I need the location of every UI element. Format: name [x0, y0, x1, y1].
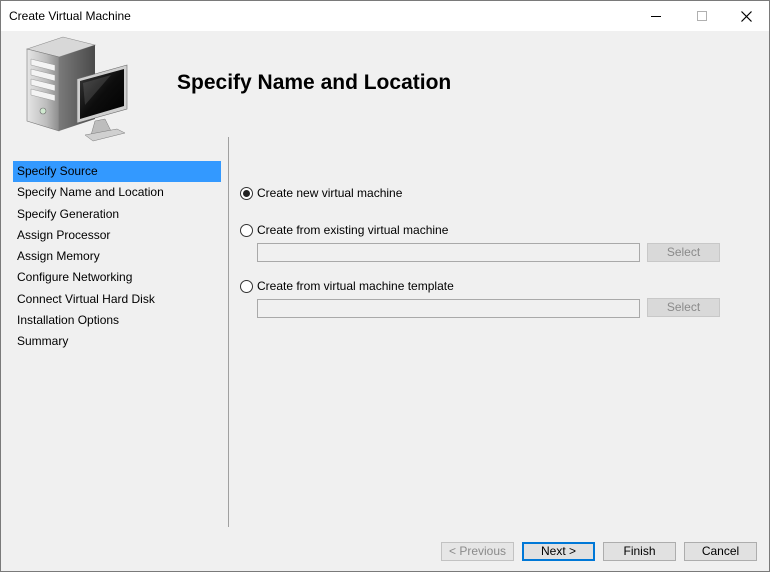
radio-template[interactable] [240, 279, 253, 293]
nav-item-specify-name-and-location[interactable]: Specify Name and Location [13, 182, 221, 203]
nav-item-specify-source[interactable]: Specify Source [13, 161, 221, 183]
radio-existing-vm[interactable] [240, 223, 253, 237]
finish-button[interactable]: Finish [603, 542, 676, 561]
nav-item-connect-virtual-hard-disk[interactable]: Connect Virtual Hard Disk [13, 289, 221, 310]
nav-item-installation-options[interactable]: Installation Options [13, 310, 221, 331]
option-existing-vm-label: Create from existing virtual machine [257, 223, 449, 237]
nav-item-summary[interactable]: Summary [13, 331, 221, 352]
maximize-button[interactable] [679, 1, 725, 31]
nav-item-configure-networking[interactable]: Configure Networking [13, 267, 221, 288]
minimize-icon [651, 15, 661, 17]
option-new-vm-label: Create new virtual machine [257, 186, 403, 200]
page-title: Specify Name and Location [177, 71, 452, 94]
server-computer-icon [25, 36, 128, 142]
close-icon [740, 10, 752, 22]
vertical-divider [228, 137, 229, 527]
cancel-button[interactable]: Cancel [684, 542, 757, 561]
existing-vm-select-button[interactable]: Select [647, 243, 720, 262]
next-button[interactable]: Next > [522, 542, 595, 561]
create-vm-window: Create Virtual Machine Specify Name and … [0, 0, 770, 572]
maximize-icon [697, 11, 707, 21]
nav-item-assign-processor[interactable]: Assign Processor [13, 225, 221, 246]
existing-vm-path-field[interactable] [257, 243, 640, 262]
previous-button[interactable]: < Previous [441, 542, 514, 561]
option-template-label: Create from virtual machine template [257, 279, 454, 293]
wizard-steps-nav: Specify Source Specify Name and Location… [13, 161, 221, 353]
nav-item-specify-generation[interactable]: Specify Generation [13, 204, 221, 225]
option-existing-vm[interactable]: Create from existing virtual machine [240, 223, 448, 237]
nav-item-assign-memory[interactable]: Assign Memory [13, 246, 221, 267]
minimize-button[interactable] [633, 1, 679, 31]
option-template[interactable]: Create from virtual machine template [240, 279, 454, 293]
option-new-vm[interactable]: Create new virtual machine [240, 186, 402, 200]
title-bar: Create Virtual Machine [1, 1, 769, 31]
window-title: Create Virtual Machine [9, 9, 131, 23]
template-select-button[interactable]: Select [647, 298, 720, 317]
close-button[interactable] [723, 1, 769, 31]
radio-new-vm[interactable] [240, 186, 253, 200]
template-path-field[interactable] [257, 299, 640, 318]
